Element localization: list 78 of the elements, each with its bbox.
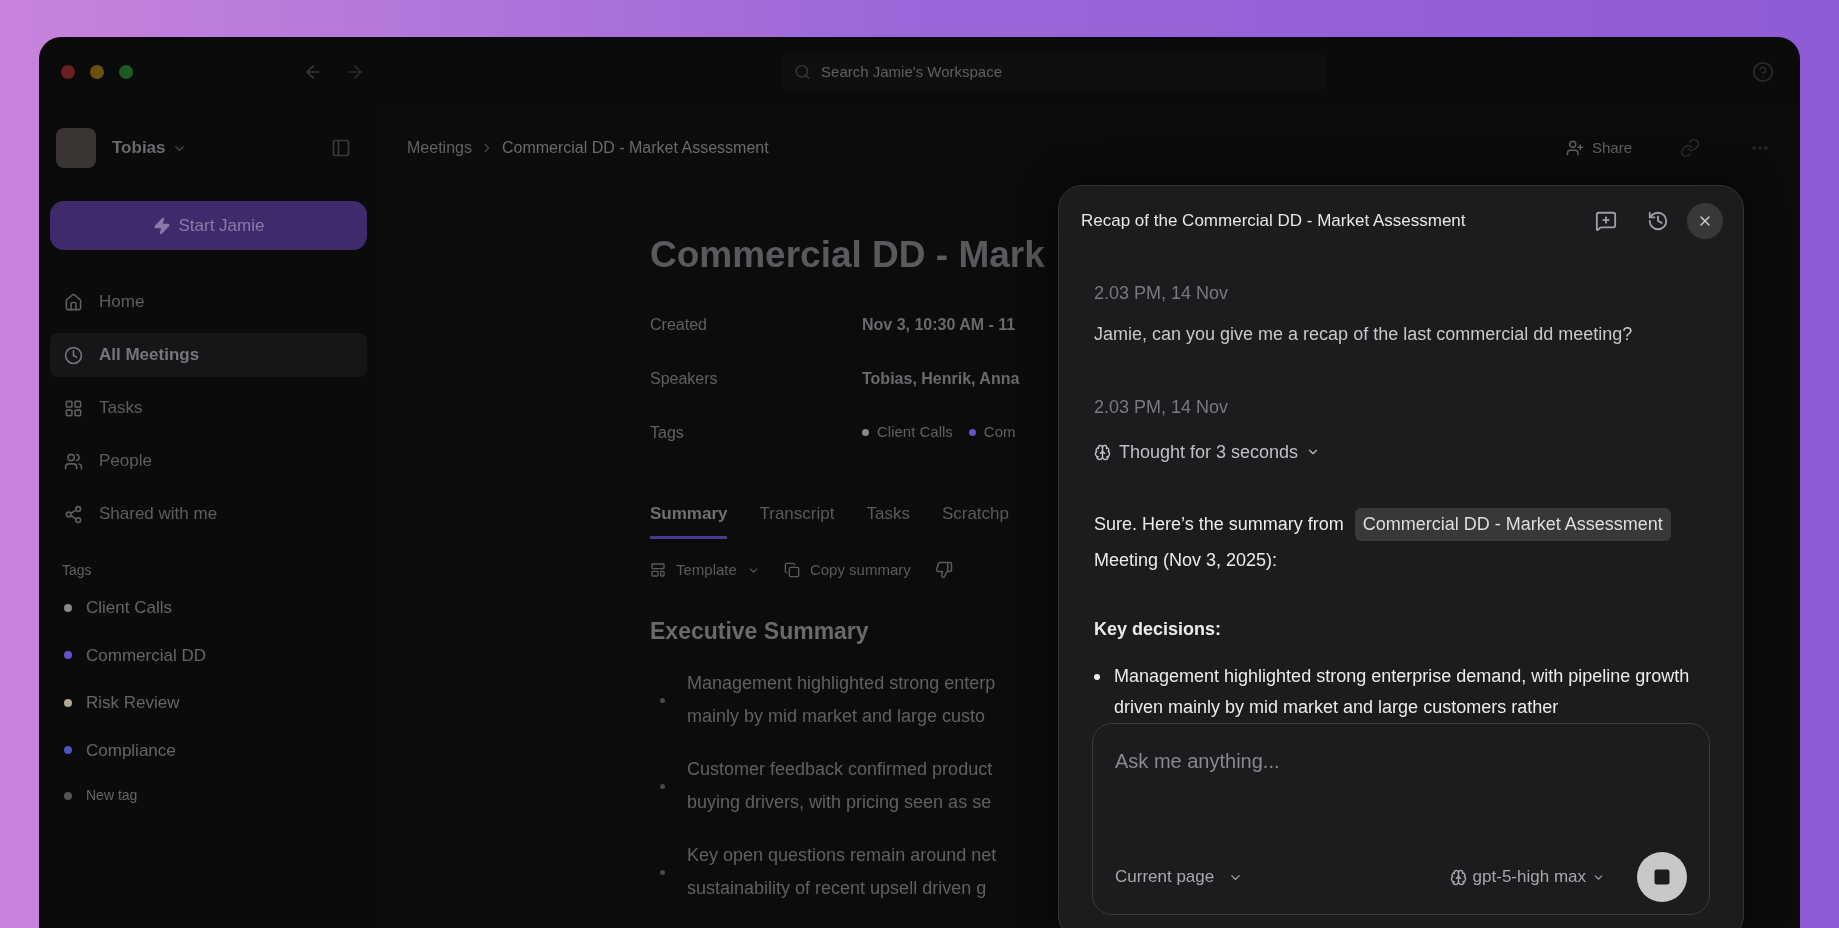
property-label: Tags <box>650 422 685 443</box>
tag-item[interactable]: New tag <box>86 785 138 806</box>
chat-title: Recap of the Commercial DD - Market Assessment <box>1081 210 1466 233</box>
stop-button[interactable] <box>1637 852 1687 902</box>
nav-item[interactable]: Tasks <box>50 386 367 430</box>
new-chat-icon[interactable] <box>1595 209 1617 232</box>
page-title: Commercial DD - Mark <box>650 233 1045 277</box>
breadcrumb-current: Commercial DD - Market Assessment <box>501 138 769 158</box>
history-icon[interactable] <box>1647 209 1669 232</box>
template-icon <box>650 562 666 579</box>
summary-line: Management highlighted strong enterp <box>687 672 996 695</box>
reply-heading: Key decisions: <box>1094 617 1222 641</box>
reply-text: Sure. Here’s the summary from <box>1094 512 1344 536</box>
copy-summary-button[interactable]: Copy summary <box>809 559 911 582</box>
summary-line: buying drivers, with pricing seen as se <box>687 791 993 814</box>
tag-item[interactable]: Commercial DD <box>86 642 206 668</box>
search-field[interactable]: Search Jamie's Workspace <box>782 52 1327 92</box>
property-value: Nov 3, 10:30 AM - 11 <box>862 314 1016 335</box>
model-dropdown[interactable]: gpt-5-high max <box>1449 864 1605 890</box>
stop-icon <box>1653 868 1671 886</box>
search-input[interactable]: Search Jamie's Workspace <box>821 60 1315 84</box>
link-icon[interactable] <box>1680 138 1700 158</box>
property-value: Tobias, Henrik, Anna <box>862 368 1020 389</box>
summary-line: sustainability of recent upsell driven g <box>687 877 988 900</box>
thought-toggle[interactable]: Thought for 3 seconds <box>1094 438 1321 466</box>
avatar-placeholder <box>56 128 96 168</box>
user-message: Jamie, can you give me a recap of the last commercial dd meeting? <box>1094 322 1634 346</box>
page-tab[interactable]: Scratchp <box>941 500 1009 539</box>
minimize-window-icon[interactable] <box>90 65 104 79</box>
tasks-icon <box>64 398 83 418</box>
summary-line: mainly by mid market and large custo <box>687 705 987 728</box>
brain-icon <box>1449 868 1467 886</box>
summary-line: Customer feedback confirmed product <box>687 758 993 781</box>
brain-icon <box>1094 443 1111 461</box>
page-tab[interactable]: Transcript <box>759 500 835 539</box>
nav-item[interactable]: Shared with me <box>50 492 367 536</box>
share-button[interactable]: Share <box>1565 136 1632 160</box>
close-button[interactable] <box>1687 202 1723 239</box>
nav-item[interactable]: People <box>50 439 367 483</box>
tag-item[interactable]: Client Calls <box>86 595 172 621</box>
start-button[interactable]: Start Jamie <box>50 201 367 250</box>
nav-item[interactable]: Home <box>50 280 367 324</box>
people-icon <box>64 451 83 471</box>
breadcrumb-link[interactable]: Meetings <box>407 136 472 160</box>
summary-line: Key open questions remain around net <box>687 844 997 867</box>
tags-heading: Tags <box>61 561 93 580</box>
chat-input[interactable]: Ask me anything... <box>1115 745 1687 852</box>
nav-item[interactable]: All Meetings <box>50 333 367 377</box>
search-icon <box>794 63 812 81</box>
property-label: Created <box>650 314 708 335</box>
meeting-chip[interactable]: Commercial DD - Market Assessment <box>1354 507 1671 541</box>
template-dropdown[interactable]: Template <box>676 559 737 582</box>
copy-icon <box>783 562 800 579</box>
help-icon[interactable] <box>1752 61 1774 83</box>
meetings-icon <box>64 345 83 365</box>
tag-label: Client Calls <box>877 422 953 443</box>
maximize-window-icon[interactable] <box>119 65 133 79</box>
property-label: Speakers <box>650 368 719 389</box>
home-icon <box>64 292 83 312</box>
context-dropdown[interactable]: Current page <box>1115 864 1244 890</box>
message-time: 2.03 PM, 14 Nov <box>1094 395 1229 419</box>
section-heading: Executive Summary <box>650 616 869 646</box>
sidebar-toggle-icon[interactable] <box>331 138 351 158</box>
page-tab[interactable]: Summary <box>650 500 728 539</box>
reply-bullet: Management highlighted strong enterprise demand, with pipeline growth driven mainly by mid market and large customers rather <box>1114 664 1691 719</box>
tag-item[interactable]: Risk Review <box>86 690 180 716</box>
person-add-icon <box>1565 139 1584 157</box>
tag-label: Com <box>983 422 1016 443</box>
page-tab[interactable]: Tasks <box>866 500 910 539</box>
reply-text: Meeting (Nov 3, 2025): <box>1094 548 1278 572</box>
lightning-icon <box>152 216 171 235</box>
shared-icon <box>64 504 83 524</box>
user-name[interactable]: Tobias <box>112 135 166 161</box>
close-window-icon[interactable] <box>61 65 75 79</box>
chat-input-box[interactable]: Ask me anything... Current page gpt-5-high max <box>1092 722 1710 915</box>
tag-item[interactable]: Compliance <box>86 737 176 763</box>
message-time: 2.03 PM, 14 Nov <box>1094 281 1229 305</box>
thumbs-down-icon[interactable] <box>934 561 953 580</box>
